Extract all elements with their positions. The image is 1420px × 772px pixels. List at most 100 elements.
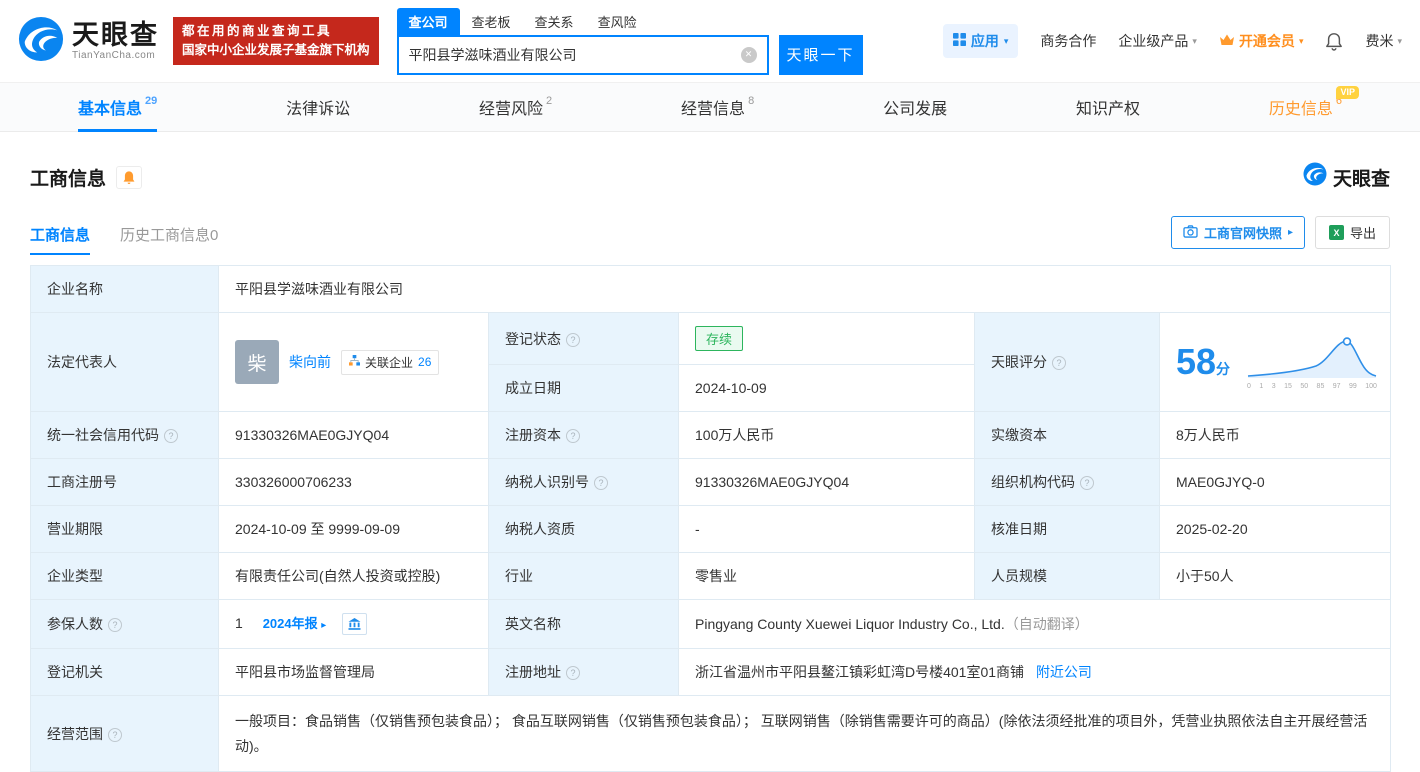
table-row: 企业名称 平阳县学滋味酒业有限公司 <box>30 265 1392 313</box>
address-label: 注册地址? <box>488 648 679 697</box>
tab-intellectual-property[interactable]: 知识产权 <box>1076 83 1140 131</box>
search-input[interactable] <box>398 46 741 63</box>
help-icon[interactable]: ? <box>566 429 580 443</box>
table-row: 工商注册号 330326000706233 纳税人识别号? 91330326MA… <box>30 458 1392 506</box>
score-cell: 58分 0 1 3 15 50 85 97 99 100 <box>1158 312 1392 412</box>
insured-value: 1 2024年报 ▸ <box>218 598 489 650</box>
company-nav-tabs: 基本信息 29 法律诉讼 经营风险 2 经营信息 8 公司发展 知识产权 历史信息 6 … <box>0 82 1420 132</box>
social-security-icon[interactable] <box>342 613 368 636</box>
camera-icon <box>1183 224 1198 241</box>
user-menu[interactable]: 费米 ▾ <box>1365 31 1402 51</box>
watermark-text: 天眼查 <box>1332 168 1390 190</box>
table-row: 法定代表人 柴 柴向前 关联企业 26 登记状态? 存续 天眼评分 ? 58分 … <box>30 312 1392 412</box>
help-icon[interactable]: ? <box>164 429 178 443</box>
subtab-history-business-info[interactable]: 历史工商信息0 <box>120 224 218 255</box>
tianyancha-watermark-icon <box>1303 162 1327 192</box>
business-scope-label: 经营范围? <box>30 695 219 772</box>
business-scope-value: 一般项目：食品销售（仅销售预包装食品）； 食品互联网销售（仅销售预包装食品）； … <box>217 695 1392 772</box>
table-row: 营业期限 2024-10-09 至 9999-09-09 纳税人资质 - 核准日… <box>30 505 1392 553</box>
tianyancha-logo[interactable]: 天眼查 TianYanCha.com <box>18 16 159 67</box>
search-tab-relation[interactable]: 查关系 <box>523 8 586 35</box>
related-companies-badge[interactable]: 关联企业 26 <box>341 349 440 375</box>
annual-report-link[interactable]: 2024年报 ▸ <box>263 616 327 631</box>
business-cooperation-link[interactable]: 商务合作 <box>1040 31 1096 51</box>
approval-date-label: 核准日期 <box>974 505 1160 553</box>
org-code-label: 组织机构代码? <box>974 458 1160 506</box>
help-icon[interactable]: ? <box>566 666 580 681</box>
help-icon[interactable]: ? <box>108 618 122 633</box>
enterprise-products-menu[interactable]: 企业级产品 ▾ <box>1118 31 1197 51</box>
establish-date-value: 2024-10-09 <box>678 364 975 412</box>
reg-capital-value: 100万人民币 <box>678 411 975 459</box>
notification-bell-icon[interactable] <box>1325 31 1343 51</box>
score-label: 天眼评分? <box>974 312 1160 412</box>
reg-authority-label: 登记机关 <box>30 648 219 697</box>
business-term-value: 2024-10-09 至 9999-09-09 <box>218 505 489 553</box>
legal-rep-avatar[interactable]: 柴 <box>235 340 279 384</box>
business-info-table: 企业名称 平阳县学滋味酒业有限公司 法定代表人 柴 柴向前 关联企业 26 登记… <box>30 265 1392 772</box>
search-tab-company[interactable]: 查公司 <box>396 7 460 35</box>
arrow-right-icon: ▸ <box>321 620 327 631</box>
english-name-value: Pingyang County Xuewei Liquor Industry C… <box>677 598 1392 650</box>
tab-basic-info[interactable]: 基本信息 29 <box>78 83 158 132</box>
brand-name: 天眼查 <box>72 20 159 51</box>
nearby-companies-link[interactable]: 附近公司 <box>1036 664 1092 680</box>
legal-rep-name-link[interactable]: 柴向前 <box>289 352 331 372</box>
taxpayer-id-label: 纳税人识别号? <box>488 458 679 506</box>
tab-operating-info[interactable]: 经营信息 8 <box>681 83 754 131</box>
monitor-bell-icon[interactable] <box>116 165 143 189</box>
staff-size-value: 小于50人 <box>1158 552 1392 600</box>
tab-operating-risk[interactable]: 经营风险 2 <box>479 83 552 131</box>
insured-label: 参保人数? <box>30 598 219 650</box>
apps-label: 应用 <box>970 33 999 49</box>
open-vip-menu[interactable]: 开通会员 ▾ <box>1219 31 1303 51</box>
promo-banner-line2: 国家中小企业发展子基金旗下机构 <box>182 43 370 57</box>
business-term-label: 营业期限 <box>30 505 219 553</box>
apps-menu[interactable]: 应用 ▾ <box>942 24 1019 58</box>
brand-domain: TianYanCha.com <box>72 49 156 61</box>
table-row: 登记机关 平阳县市场监督管理局 注册地址? 浙江省温州市平阳县鳌江镇彩虹湾D号楼… <box>30 648 1392 697</box>
reg-status-label: 登记状态? <box>488 312 679 365</box>
top-header: 天眼查 TianYanCha.com 都在用的商业查询工具 国家中小企业发展子基… <box>0 0 1420 82</box>
reg-status-value: 存续 <box>678 312 975 365</box>
help-icon[interactable]: ? <box>594 476 608 490</box>
chevron-down-icon: ▾ <box>1192 35 1197 46</box>
company-type-value: 有限责任公司(自然人投资或控股) <box>218 552 489 600</box>
export-button[interactable]: X 导出 <box>1314 216 1390 249</box>
tianyancha-watermark: 天眼查 <box>1303 162 1390 192</box>
tab-company-development[interactable]: 公司发展 <box>883 83 947 131</box>
table-row: 经营范围? 一般项目：食品销售（仅销售预包装食品）； 食品互联网销售（仅销售预包… <box>30 695 1392 772</box>
official-snapshot-button[interactable]: 工商官网快照 ▸ <box>1170 216 1305 249</box>
status-badge: 存续 <box>695 326 744 351</box>
subtab-business-info[interactable]: 工商信息 <box>30 224 91 255</box>
search-tab-boss[interactable]: 查老板 <box>460 8 523 35</box>
main-content: 工商信息 天眼查 工商信息 历史工商信息0 工商官网快照 ▸ X 导出 企业名称… <box>0 162 1420 772</box>
tianyancha-company-page: 天眼查 TianYanCha.com 都在用的商业查询工具 国家中小企业发展子基… <box>0 0 1420 772</box>
credit-code-label: 统一社会信用代码? <box>30 411 219 459</box>
tab-history-info[interactable]: 历史信息 6 VIP <box>1269 83 1359 131</box>
help-icon[interactable]: ? <box>1052 356 1066 370</box>
search-tab-risk[interactable]: 查风险 <box>586 8 649 35</box>
reg-authority-value: 平阳县市场监督管理局 <box>218 648 489 697</box>
header-right-menu: 应用 ▾ 商务合作 企业级产品 ▾ 开通会员 ▾ 费米 ▾ <box>942 24 1402 58</box>
staff-size-label: 人员规模 <box>974 552 1160 600</box>
table-row: 统一社会信用代码? 91330326MAE0GJYQ04 注册资本? 100万人… <box>30 411 1392 459</box>
clear-search-icon[interactable]: ✕ <box>740 46 757 63</box>
search-button[interactable]: 天眼一下 <box>778 34 863 75</box>
tianyancha-logo-icon <box>18 16 64 67</box>
reg-capital-label: 注册资本? <box>488 411 679 459</box>
score-distribution-chart: 0 1 3 15 50 85 97 99 100 <box>1246 335 1378 390</box>
table-row: 参保人数? 1 2024年报 ▸ 英文名称 Pingyang County Xu… <box>30 598 1392 650</box>
tab-legal-proceedings[interactable]: 法律诉讼 <box>286 83 350 131</box>
legal-rep-label: 法定代表人 <box>30 312 219 412</box>
help-icon[interactable]: ? <box>1080 476 1094 490</box>
help-icon[interactable]: ? <box>566 332 580 347</box>
arrow-right-icon: ▸ <box>1287 227 1293 238</box>
paid-capital-label: 实缴资本 <box>974 411 1160 459</box>
crown-icon <box>1219 33 1235 49</box>
english-name-label: 英文名称 <box>488 598 679 650</box>
help-icon[interactable]: ? <box>108 727 122 742</box>
company-name-value: 平阳县学滋味酒业有限公司 <box>217 265 1392 313</box>
industry-value: 零售业 <box>678 552 975 600</box>
approval-date-value: 2025-02-20 <box>1158 505 1392 553</box>
